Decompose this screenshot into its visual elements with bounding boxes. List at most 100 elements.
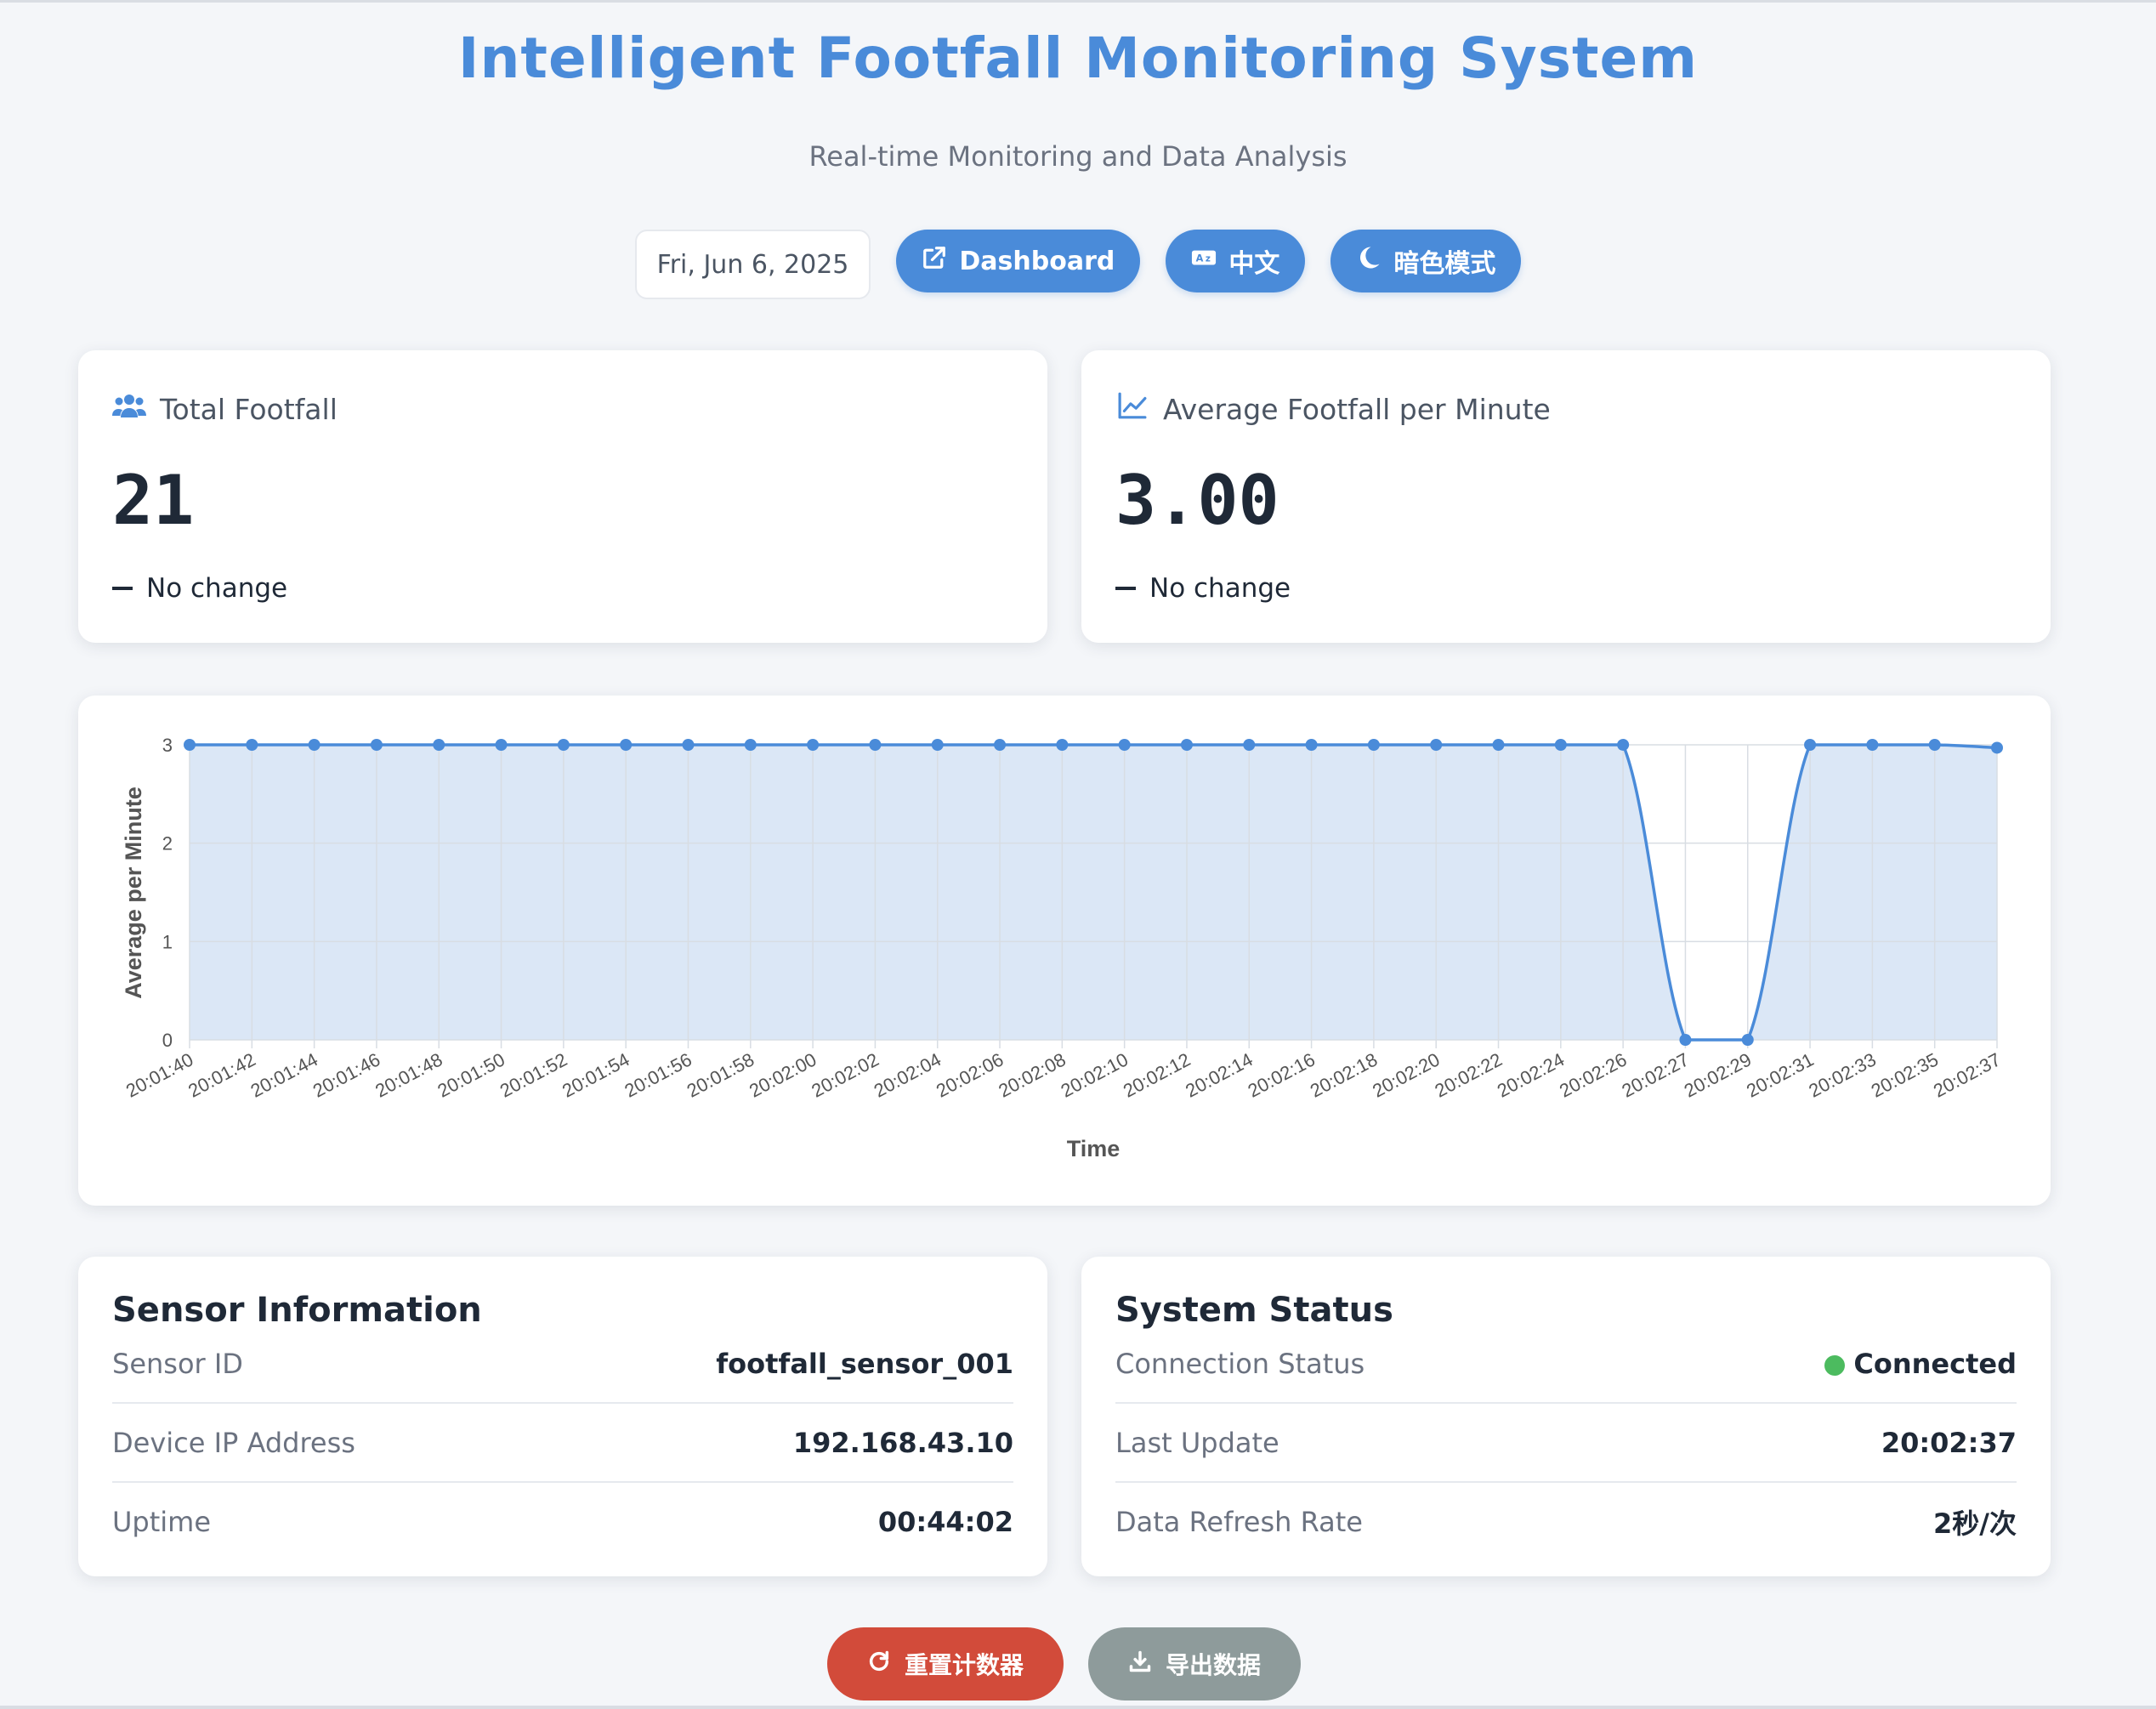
x-axis-title: Time (1067, 1136, 1121, 1161)
average-footfall-change: No change (1115, 573, 1291, 604)
average-footfall-change-text: No change (1149, 573, 1291, 604)
data-point (370, 739, 383, 751)
data-point (682, 739, 695, 751)
x-tick-label: 20:01:40 (122, 1048, 196, 1101)
data-point (495, 739, 508, 751)
x-tick-label: 20:02:08 (995, 1048, 1069, 1101)
x-tick-label: 20:02:16 (1245, 1048, 1319, 1101)
x-tick-label: 20:02:00 (746, 1048, 820, 1101)
export-data-label: 导出数据 (1165, 1651, 1261, 1679)
external-link-icon (922, 245, 947, 277)
download-icon (1128, 1649, 1152, 1679)
export-data-button[interactable]: 导出数据 (1088, 1627, 1301, 1700)
x-tick-label: 20:02:22 (1432, 1048, 1506, 1101)
moon-icon (1356, 245, 1382, 277)
total-footfall-header: Total Footfall (112, 391, 338, 427)
connection-status-row: Connection Status Connected (1115, 1325, 2017, 1403)
x-tick-label: 20:02:33 (1805, 1048, 1879, 1101)
dashboard-button[interactable]: Dashboard (896, 230, 1141, 292)
x-tick-label: 20:02:35 (1868, 1048, 1942, 1101)
x-tick-label: 20:01:44 (247, 1048, 321, 1101)
reset-counter-button[interactable]: 重置计数器 (827, 1627, 1064, 1700)
connection-status-label: Connection Status (1115, 1348, 1365, 1380)
data-point (1367, 739, 1380, 751)
data-point (246, 739, 258, 751)
refresh-rate-label: Data Refresh Rate (1115, 1506, 1363, 1538)
data-point (931, 739, 944, 751)
refresh-icon (867, 1649, 891, 1679)
x-tick-label: 20:02:26 (1556, 1048, 1630, 1101)
status-dot-icon (1824, 1355, 1846, 1376)
y-tick-label: 1 (162, 931, 173, 952)
average-footfall-card: Average Footfall per Minute 3.00 No chan… (1081, 350, 2051, 643)
current-date: Fri, Jun 6, 2025 (634, 230, 871, 299)
x-tick-label: 20:01:50 (434, 1048, 508, 1101)
dark-mode-button[interactable]: 暗色模式 (1330, 230, 1522, 292)
svg-text:z: z (1206, 254, 1211, 264)
top-border (0, 0, 2156, 3)
sensor-id-label: Sensor ID (112, 1348, 243, 1380)
data-point (1430, 739, 1443, 751)
x-tick-label: 20:02:06 (933, 1048, 1007, 1101)
bottom-border (0, 1706, 2156, 1709)
system-status-card: System Status Connection Status Connecte… (1081, 1257, 2051, 1576)
data-point (994, 739, 1007, 751)
language-icon: Az (1191, 245, 1217, 277)
data-point (1991, 741, 2003, 754)
x-tick-label: 20:02:27 (1618, 1048, 1692, 1101)
sensor-id-value: footfall_sensor_001 (716, 1348, 1013, 1380)
last-update-value: 20:02:37 (1881, 1427, 2017, 1459)
device-ip-row: Device IP Address 192.168.43.10 (112, 1404, 1013, 1482)
refresh-rate-row: Data Refresh Rate 2秒/次 (1115, 1483, 2017, 1561)
data-point (557, 739, 570, 751)
minus-icon (1115, 587, 1136, 590)
data-point (1679, 1034, 1692, 1046)
y-tick-label: 0 (162, 1030, 173, 1051)
sensor-info-card: Sensor Information Sensor ID footfall_se… (78, 1257, 1047, 1576)
data-point (1118, 739, 1131, 751)
users-icon (112, 391, 146, 427)
chart-area-fill (190, 745, 1997, 1040)
x-tick-label: 20:02:31 (1743, 1048, 1817, 1101)
x-tick-label: 20:01:48 (372, 1048, 445, 1101)
average-footfall-value: 3.00 (1115, 461, 1279, 540)
data-point (1492, 739, 1505, 751)
device-ip-label: Device IP Address (112, 1427, 355, 1459)
uptime-label: Uptime (112, 1506, 212, 1538)
y-axis-title: Average per Minute (121, 786, 146, 999)
x-tick-label: 20:02:04 (871, 1048, 945, 1101)
svg-text:A: A (1196, 253, 1204, 264)
x-tick-label: 20:01:58 (684, 1048, 757, 1101)
average-footfall-label: Average Footfall per Minute (1163, 392, 1551, 426)
x-tick-label: 20:02:37 (1930, 1048, 2004, 1101)
data-point (869, 739, 882, 751)
uptime-row: Uptime 00:44:02 (112, 1483, 1013, 1561)
language-button[interactable]: Az 中文 (1166, 230, 1306, 292)
data-point (1617, 739, 1630, 751)
data-point (807, 739, 820, 751)
total-footfall-change-text: No change (146, 573, 288, 604)
data-point (1305, 739, 1318, 751)
page-subtitle: Real-time Monitoring and Data Analysis (808, 140, 1348, 173)
x-tick-label: 20:02:02 (808, 1048, 882, 1101)
y-tick-label: 3 (162, 735, 173, 756)
dashboard-button-label: Dashboard (959, 246, 1115, 276)
data-point (1243, 739, 1256, 751)
language-button-label: 中文 (1228, 249, 1280, 279)
footfall-chart-card: Average per Minute Time 0 1 2 3 20:01:40 20:0… (78, 696, 2051, 1206)
device-ip-value: 192.168.43.10 (792, 1427, 1013, 1459)
footfall-chart: Average per Minute Time 012320:01:4020:0… (121, 735, 2004, 1161)
minus-icon (112, 587, 133, 590)
header-controls: Fri, Jun 6, 2025 Dashboard Az 中文 暗色模式 (0, 230, 2156, 299)
total-footfall-card: Total Footfall 21 No change (78, 350, 1047, 643)
data-point (620, 739, 633, 751)
x-tick-label: 20:01:54 (559, 1048, 633, 1101)
refresh-rate-value: 2秒/次 (1933, 1507, 2017, 1540)
total-footfall-change: No change (112, 573, 287, 604)
x-tick-label: 20:02:29 (1681, 1048, 1755, 1101)
data-point (1056, 739, 1069, 751)
data-point (184, 739, 196, 751)
x-tick-label: 20:02:24 (1494, 1048, 1568, 1101)
x-tick-label: 20:01:52 (496, 1048, 570, 1101)
data-point (308, 739, 321, 751)
